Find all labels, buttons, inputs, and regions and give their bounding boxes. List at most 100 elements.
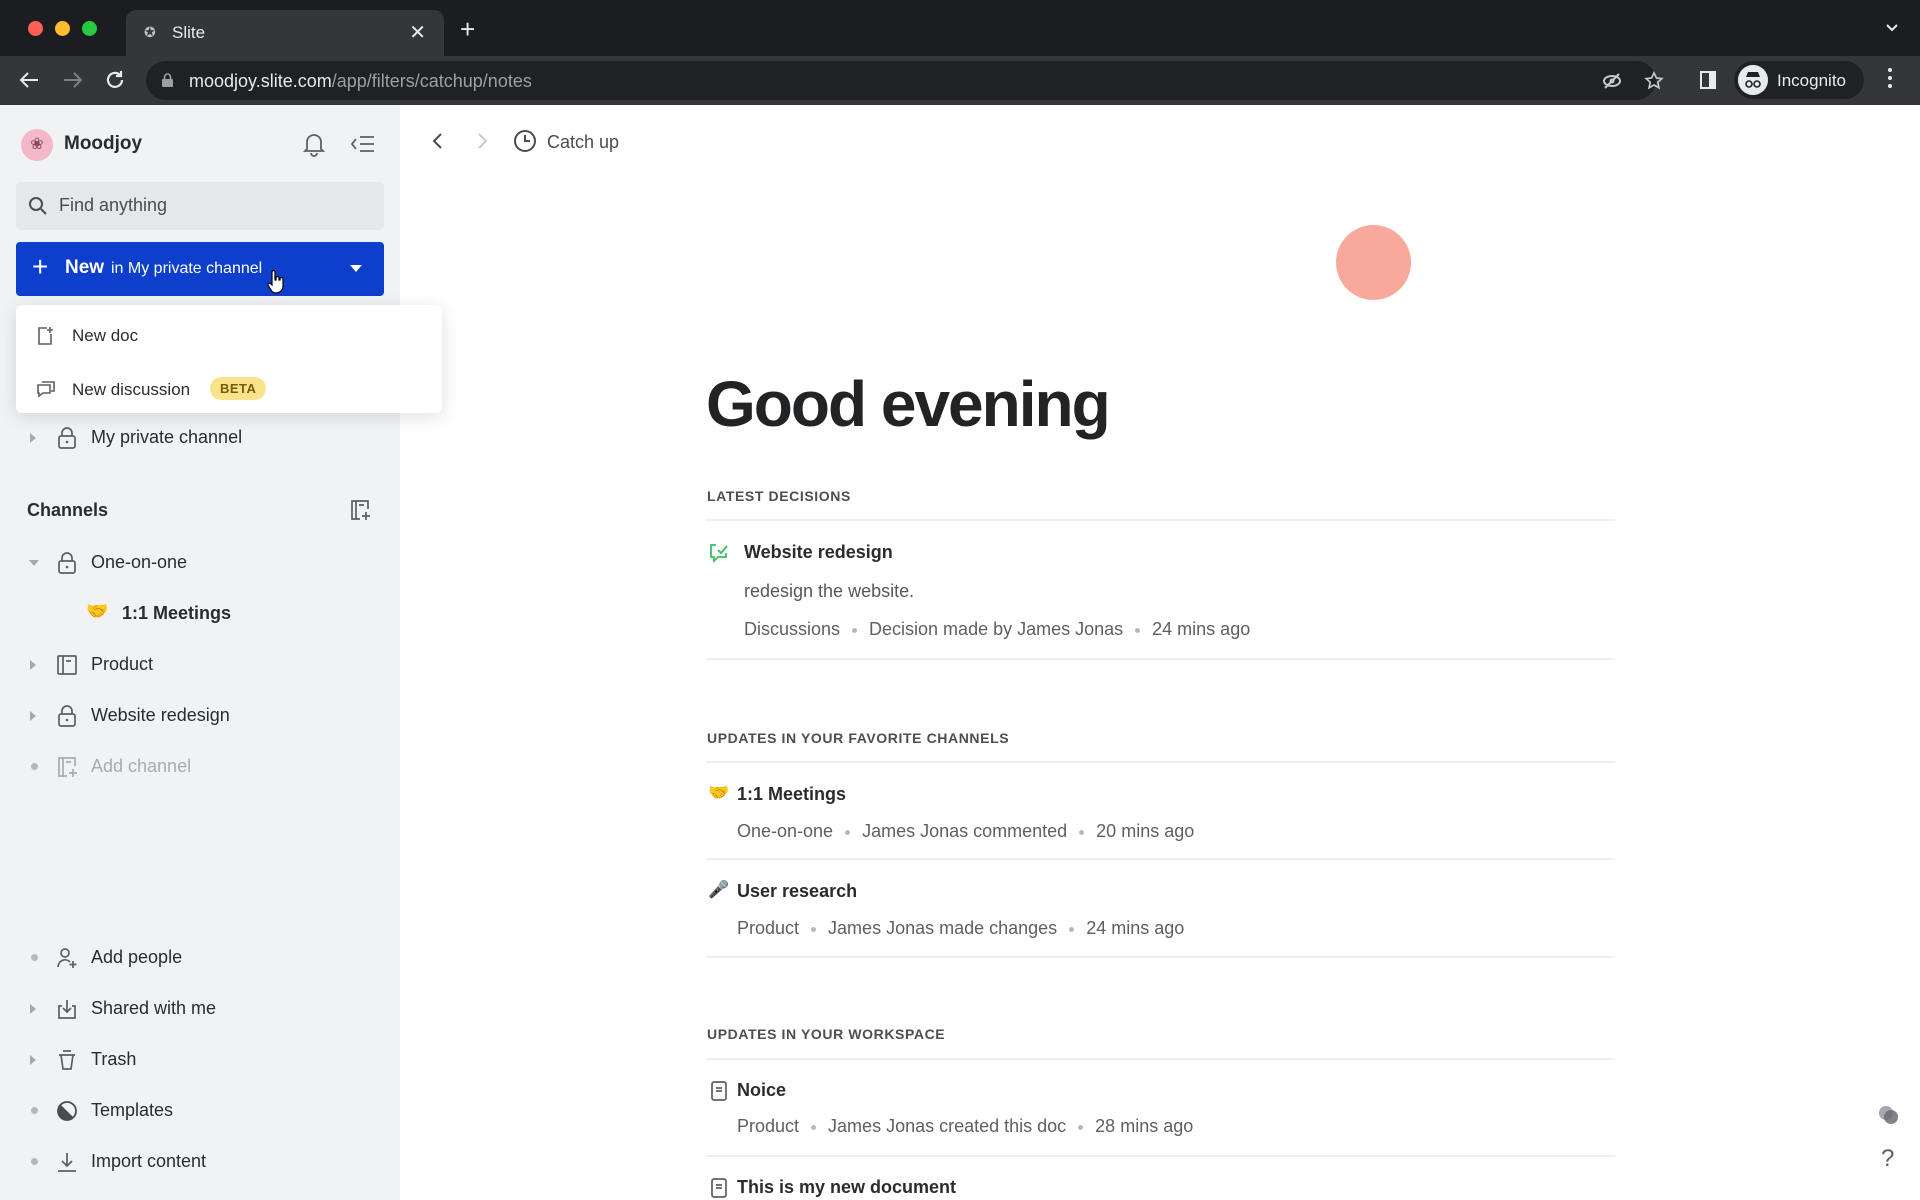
menu-item-new-doc[interactable]: New doc [16,311,442,361]
sidebar-item-add-channel[interactable]: Add channel [0,747,400,787]
bookmark-star-icon[interactable] [1644,71,1664,91]
browser-tab[interactable]: ✪ Slite ✕ [126,10,444,56]
history-forward-icon[interactable] [476,131,490,151]
browser-menu-icon[interactable] [1888,68,1892,92]
add-channel-icon[interactable] [349,499,371,521]
breadcrumb-catch-up[interactable]: Catch up [547,132,619,153]
discussion-icon [37,381,55,398]
item-meta: Product James Jonas made changes 24 mins a… [737,918,1184,939]
slite-favicon-icon: ✪ [144,24,156,40]
templates-icon [57,1101,77,1121]
lock-icon [58,552,76,574]
item-meta: Discussions Decision made by James Jonas 2… [744,619,1250,640]
item-subtitle: redesign the website. [744,581,915,601]
workspace-avatar[interactable]: ❀ [21,129,53,161]
item-meta: One-on-one James Jonas commented 20 mins a… [737,821,1194,842]
hand-pointer-cursor-icon [267,270,284,294]
section-heading: UPDATES IN YOUR FAVORITE CHANNELS [707,730,1010,746]
separator-dot [1135,627,1141,633]
meta-action: James Jonas commented [862,821,1068,841]
sidebar-item-label: Add channel [91,756,192,776]
close-tab-icon[interactable]: ✕ [409,20,426,45]
expand-arrow-icon[interactable] [30,660,36,670]
sidebar-item-label: Add people [91,947,183,967]
item-title[interactable]: Website redesign [744,542,893,563]
maximize-window-button[interactable] [82,21,97,36]
separator-dot [1069,926,1075,932]
item-title[interactable]: 1:1 Meetings [737,784,846,805]
new-button-label: New [65,257,105,278]
sidebar-item-import-content[interactable]: Import content [0,1142,400,1182]
minimize-window-button[interactable] [55,21,70,36]
lock-icon [58,705,76,727]
new-tab-button[interactable]: + [460,16,475,42]
expand-arrow-icon[interactable] [30,433,36,443]
address-bar[interactable]: moodjoy.slite.com/app/filters/catchup/no… [146,61,1664,100]
divider [706,519,1615,521]
meta-action: Decision made by James Jonas [869,619,1124,639]
bullet-icon [31,1158,38,1165]
item-title[interactable]: Noice [737,1080,786,1101]
tracking-blocked-eye-icon[interactable] [1602,71,1622,91]
new-button-context: in My private channel [111,260,263,277]
tab-title: Slite [172,23,206,42]
search-icon [29,197,47,215]
sidebar-item-label: Templates [91,1100,174,1120]
sidebar-item-templates[interactable]: Templates [0,1091,400,1131]
meta-action: James Jonas made changes [828,918,1058,938]
sidebar-item-product[interactable]: Product [0,645,400,685]
sidebar-item-my-private-channel[interactable]: My private channel [0,418,400,458]
item-title[interactable]: This is my new document [737,1177,956,1198]
browser-toolbar: moodjoy.slite.com/app/filters/catchup/no… [0,56,1920,105]
expand-arrow-icon[interactable] [30,1004,36,1014]
meta-time: 20 mins ago [1096,821,1195,841]
meta-channel: Product [737,1116,800,1136]
new-button[interactable]: + New in My private channel [16,242,384,296]
back-arrow-icon[interactable] [18,70,40,90]
sidebar-item-website-redesign[interactable]: Website redesign [0,696,400,736]
search-input[interactable]: Find anything [16,182,384,230]
expand-arrow-icon[interactable] [30,711,36,721]
side-panel-icon[interactable] [1700,71,1716,89]
dropdown-caret-icon[interactable] [350,265,362,272]
sidebar-item-label: Website redesign [91,705,230,725]
divider [706,761,1615,763]
sidebar-item-label: Import content [91,1151,207,1171]
tab-strip: ✪ Slite ✕ + [0,0,1920,56]
sidebar-item-one-on-one[interactable]: One-on-one [0,543,400,583]
workspace-name[interactable]: Moodjoy [64,133,142,155]
sidebar-item-shared-with-me[interactable]: Shared with me [0,989,400,1029]
handshake-emoji-icon: 🤝 [708,783,730,802]
handshake-emoji-icon: 🤝 [86,601,109,621]
divider [706,956,1615,958]
bullet-icon [31,763,38,770]
notification-bell-icon[interactable] [302,131,326,157]
item-title[interactable]: User research [737,881,857,902]
sidebar-item-label: Shared with me [91,998,217,1018]
collapse-arrow-icon[interactable] [29,560,39,566]
collapse-sidebar-icon[interactable] [350,133,376,155]
incognito-profile-button[interactable]: Incognito [1734,61,1864,99]
divider [706,658,1615,660]
close-window-button[interactable] [28,21,43,36]
section-heading: UPDATES IN YOUR WORKSPACE [707,1026,946,1042]
meta-time: 24 mins ago [1086,918,1185,938]
tab-search-chevron-icon[interactable] [1886,22,1898,34]
meta-channel: Product [737,918,800,938]
decision-icon [710,544,728,564]
reload-icon[interactable] [104,69,126,91]
menu-item-new-discussion[interactable]: New discussion BETA [16,365,442,415]
forward-arrow-icon[interactable] [62,70,84,90]
sidebar-item-1-1-meetings[interactable]: 🤝 1:1 Meetings [0,594,400,634]
separator-dot [811,1124,817,1130]
sidebar-item-add-people[interactable]: Add people [0,938,400,978]
expand-arrow-icon[interactable] [30,1055,36,1065]
history-back-icon[interactable] [430,131,444,151]
separator-dot [1078,1124,1084,1130]
sidebar-item-label: My private channel [91,427,243,447]
help-button[interactable]: ? [1881,1145,1894,1173]
import-icon [58,1153,76,1172]
separator-dot [1079,829,1085,835]
sidebar-item-trash[interactable]: Trash [0,1040,400,1080]
chat-bubbles-icon[interactable] [1877,1104,1899,1126]
